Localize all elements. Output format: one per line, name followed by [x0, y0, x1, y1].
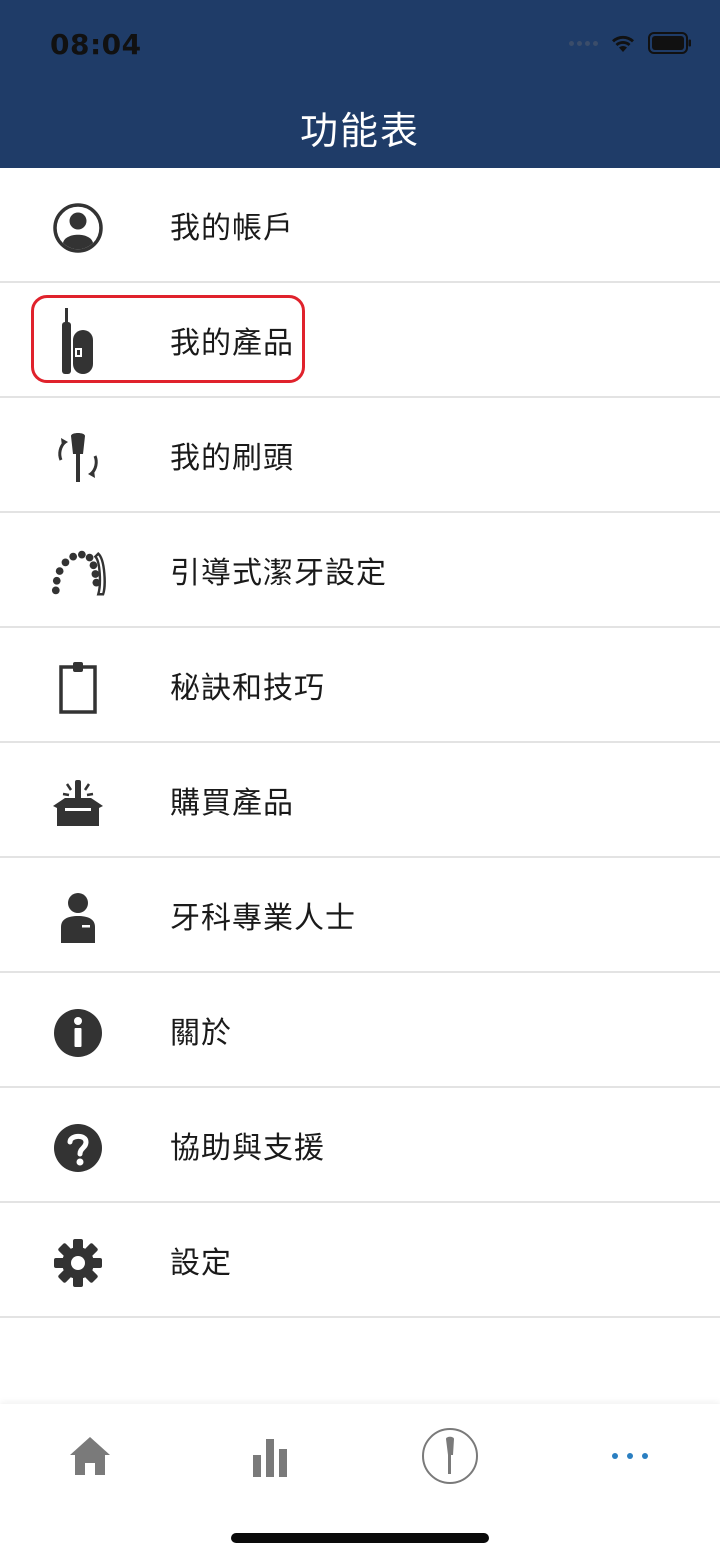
menu-item-my-account[interactable]: 我的帳戶 — [0, 168, 720, 283]
menu-item-settings[interactable]: 設定 — [0, 1203, 720, 1318]
stats-icon — [253, 1439, 287, 1477]
tab-more[interactable] — [595, 1426, 665, 1486]
menu-item-help-and-support[interactable]: 協助與支援 — [0, 1088, 720, 1203]
menu-item-tips-and-tricks[interactable]: 秘訣和技巧 — [0, 628, 720, 743]
menu-item-label: 我的帳戶 — [170, 211, 294, 246]
brush-icon — [422, 1428, 478, 1484]
home-indicator[interactable] — [231, 1533, 489, 1543]
account-icon — [50, 200, 106, 256]
page-title: 功能表 — [299, 109, 420, 153]
menu-item-my-brush-heads[interactable]: 我的刷頭 — [0, 398, 720, 513]
clipboard-icon — [50, 660, 106, 716]
cellular-signal-icon — [569, 40, 598, 46]
teeth-icon — [50, 545, 106, 601]
menu-item-guided-brushing[interactable]: 引導式潔牙設定 — [0, 513, 720, 628]
menu-item-label: 我的刷頭 — [170, 441, 294, 476]
product-box-icon — [50, 775, 106, 831]
tab-home[interactable] — [55, 1426, 125, 1486]
menu-item-label: 引導式潔牙設定 — [170, 556, 387, 591]
menu-item-dental-professionals[interactable]: 牙科專業人士 — [0, 858, 720, 973]
more-icon — [612, 1453, 648, 1459]
home-icon — [70, 1437, 110, 1475]
wifi-icon — [612, 35, 634, 52]
highlight-box — [31, 295, 305, 383]
menu-item-label: 關於 — [170, 1016, 232, 1051]
menu-item-label: 設定 — [170, 1246, 232, 1281]
menu-item-label: 協助與支援 — [170, 1131, 325, 1166]
status-icons — [569, 30, 692, 56]
status-time: 08:04 — [50, 28, 142, 61]
battery-icon — [648, 32, 691, 54]
tab-stats[interactable] — [235, 1426, 305, 1486]
dental-professional-icon — [50, 890, 106, 946]
menu-item-label: 秘訣和技巧 — [170, 671, 325, 706]
menu-item-about[interactable]: 關於 — [0, 973, 720, 1088]
gear-icon — [50, 1235, 106, 1291]
app-header: 08:04 功能表 — [0, 0, 720, 168]
info-icon — [50, 1005, 106, 1061]
menu-item-label: 購買產品 — [170, 786, 294, 821]
help-icon — [50, 1120, 106, 1176]
tab-brush[interactable] — [415, 1426, 485, 1486]
menu-item-label: 牙科專業人士 — [170, 901, 356, 936]
menu-item-buy-products[interactable]: 購買產品 — [0, 743, 720, 858]
brush-head-icon — [50, 430, 106, 486]
